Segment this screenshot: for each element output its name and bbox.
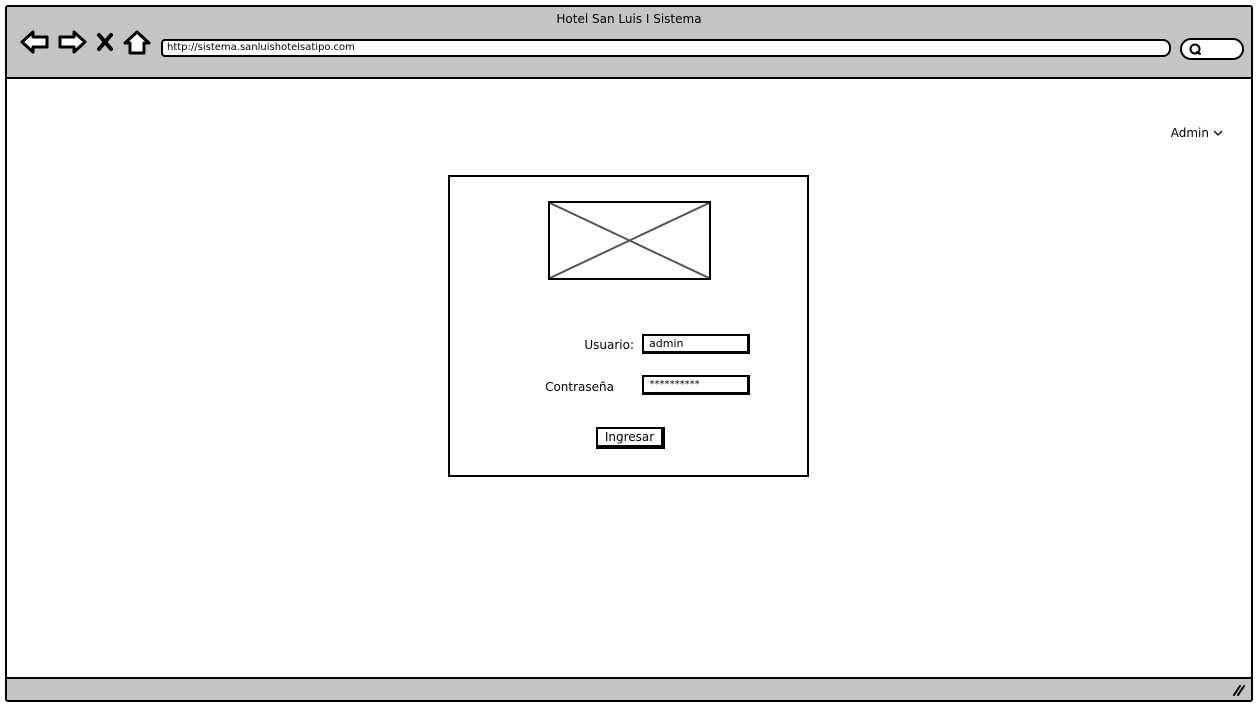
password-label: Contraseña — [545, 380, 614, 394]
username-label: Usuario: — [584, 338, 634, 352]
forward-arrow-icon[interactable] — [56, 27, 88, 57]
user-menu[interactable]: Admin — [1171, 126, 1223, 140]
login-panel: Usuario: Contraseña Ingresar — [448, 175, 809, 477]
address-bar[interactable]: http://sistema.sanluishotelsatipo.com — [161, 39, 1171, 57]
window-title: Hotel San Luis I Sistema — [556, 12, 702, 26]
home-icon[interactable] — [121, 27, 153, 57]
search-icon — [1189, 43, 1201, 55]
status-bar — [7, 677, 1251, 700]
resize-grip-icon[interactable] — [1231, 683, 1245, 697]
user-menu-label: Admin — [1170, 126, 1209, 140]
page-content: Admin Usuario: Contraseña Ingresar — [7, 79, 1251, 681]
stop-icon[interactable] — [95, 27, 115, 57]
password-input[interactable] — [642, 375, 750, 395]
username-input[interactable] — [642, 334, 750, 354]
login-button[interactable]: Ingresar — [596, 427, 665, 449]
chevron-down-icon — [1213, 130, 1223, 136]
back-arrow-icon[interactable] — [19, 27, 51, 57]
search-box[interactable] — [1180, 38, 1244, 60]
browser-window: Hotel San Luis I Sistema http://sistema.… — [5, 5, 1253, 702]
logo-image-placeholder — [548, 201, 711, 280]
browser-toolbar: Hotel San Luis I Sistema http://sistema.… — [7, 7, 1251, 79]
